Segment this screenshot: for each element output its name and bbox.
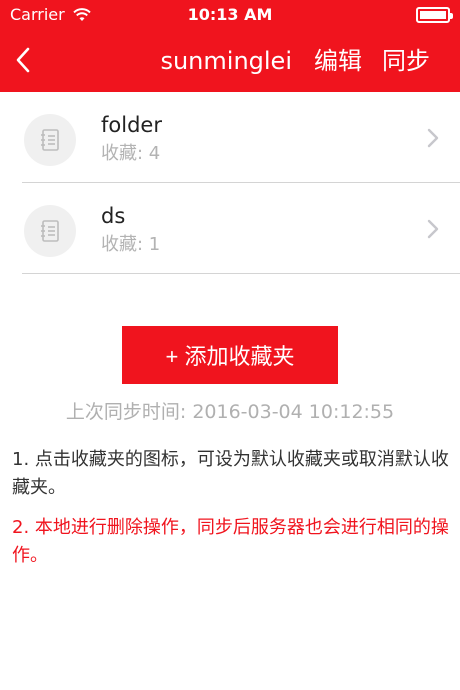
folder-count: 收藏: 1 bbox=[101, 234, 161, 255]
page-title: sunminglei bbox=[160, 47, 292, 75]
last-sync-time: 上次同步时间: 2016-03-04 10:12:55 bbox=[65, 401, 395, 423]
notebook-icon[interactable] bbox=[24, 205, 76, 257]
row-divider bbox=[22, 273, 460, 274]
folder-list: folder 收藏: 4 ds 收藏: 1 bbox=[0, 92, 460, 274]
navigation-bar: sunminglei 编辑 同步 bbox=[0, 30, 460, 92]
folder-count: 收藏: 4 bbox=[101, 143, 161, 164]
hint-default-folder: 1. 点击收藏夹的图标，可设为默认收藏夹或取消默认收藏夹。 bbox=[12, 449, 449, 498]
battery-icon bbox=[416, 7, 453, 23]
folder-row[interactable]: folder 收藏: 4 bbox=[0, 92, 460, 183]
notebook-icon[interactable] bbox=[24, 114, 76, 166]
edit-button[interactable]: 编辑 bbox=[314, 45, 362, 77]
chevron-right-icon bbox=[427, 219, 439, 239]
hint-delete-sync: 2. 本地进行删除操作，同步后服务器也会进行相同的操作。 bbox=[12, 517, 449, 566]
header-bar: Carrier 10:13 AM sunminglei 编辑 同步 bbox=[0, 0, 460, 92]
status-bar: Carrier 10:13 AM bbox=[0, 0, 460, 30]
folder-row[interactable]: ds 收藏: 1 bbox=[0, 183, 460, 274]
status-time: 10:13 AM bbox=[187, 5, 273, 24]
chevron-left-icon[interactable] bbox=[12, 45, 38, 75]
chevron-right-icon bbox=[427, 128, 439, 148]
sync-button[interactable]: 同步 bbox=[382, 45, 430, 77]
folder-name: folder bbox=[101, 113, 162, 137]
folder-name: ds bbox=[101, 204, 126, 228]
add-folder-button[interactable]: + 添加收藏夹 bbox=[122, 326, 338, 384]
